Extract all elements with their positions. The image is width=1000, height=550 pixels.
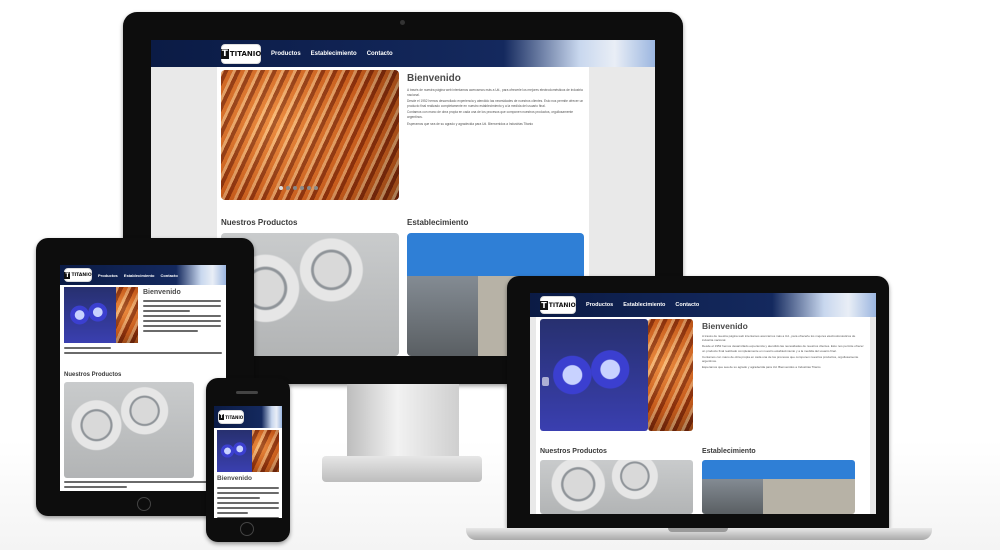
phone-hero-image-2[interactable] bbox=[252, 430, 279, 472]
tablet-welcome-text-2 bbox=[64, 347, 222, 357]
laptop-notch bbox=[668, 528, 728, 532]
monitor-camera bbox=[400, 20, 405, 25]
tablet-hero-image-2[interactable] bbox=[116, 287, 138, 343]
laptop-navbar: T TITANIO Productos Establecimiento Conta… bbox=[530, 293, 876, 317]
tablet-nav-contacto[interactable]: Contacto bbox=[160, 273, 177, 278]
laptop-products-image[interactable] bbox=[540, 460, 693, 514]
laptop-slider-prev[interactable] bbox=[542, 377, 549, 386]
phone-home-button[interactable] bbox=[240, 522, 254, 536]
tablet-hero-image[interactable] bbox=[64, 287, 116, 343]
tablet-nav-establecimiento[interactable]: Establecimiento bbox=[124, 273, 155, 278]
tablet-home-button[interactable] bbox=[137, 497, 151, 511]
laptop-hero-image[interactable] bbox=[540, 319, 648, 431]
tablet-screen: T TITANIO Productos Establecimiento Conta… bbox=[60, 265, 226, 491]
nav-contacto[interactable]: Contacto bbox=[367, 51, 393, 57]
tablet-caption bbox=[64, 481, 222, 491]
tablet-products-image[interactable] bbox=[64, 382, 194, 478]
titanio-logo[interactable]: T TITANIO bbox=[220, 43, 261, 64]
phone-welcome-text bbox=[217, 487, 279, 518]
laptop-nav-establecimiento[interactable]: Establecimiento bbox=[623, 302, 665, 308]
establishment-heading: Establecimiento bbox=[407, 218, 469, 227]
laptop-welcome-text: A través de nuestra página web intentamo… bbox=[702, 334, 864, 370]
welcome-title: Bienvenido bbox=[407, 73, 461, 84]
phone-navbar: T TITANIO bbox=[214, 406, 282, 428]
laptop-nav-contacto[interactable]: Contacto bbox=[675, 302, 699, 308]
laptop-nav-productos[interactable]: Productos bbox=[586, 302, 613, 308]
responsive-mockup-stage: T TITANIO Productos Establecimiento Conta… bbox=[0, 0, 1000, 550]
hero-slider-image[interactable] bbox=[221, 70, 399, 200]
products-heading: Nuestros Productos bbox=[221, 218, 298, 227]
phone-logo[interactable]: T TITANIO bbox=[218, 410, 244, 424]
laptop-welcome-title: Bienvenido bbox=[702, 321, 748, 331]
tablet-welcome-text bbox=[143, 300, 221, 335]
laptop-hero-image-2[interactable] bbox=[648, 319, 693, 431]
phone-welcome-title: Bienvenido bbox=[217, 475, 253, 482]
laptop-logo[interactable]: T TITANIO bbox=[540, 296, 576, 314]
monitor-stand-neck bbox=[347, 384, 459, 456]
phone-speaker bbox=[236, 391, 258, 394]
phone-hero-image[interactable] bbox=[217, 430, 252, 472]
tablet-products-heading: Nuestros Productos bbox=[64, 372, 122, 378]
laptop-establishment-image[interactable] bbox=[702, 460, 855, 514]
nav-establecimiento[interactable]: Establecimiento bbox=[311, 51, 357, 57]
phone-screen: T TITANIO Bienvenido bbox=[214, 406, 282, 518]
desktop-navbar: T TITANIO Productos Establecimiento Conta… bbox=[151, 40, 655, 67]
welcome-text: A través de nuestra página web intentamo… bbox=[407, 88, 584, 126]
slider-dots[interactable] bbox=[279, 186, 339, 190]
tablet-logo[interactable]: T TITANIO bbox=[64, 268, 92, 282]
monitor-stand-base bbox=[322, 456, 482, 482]
tablet-nav-productos[interactable]: Productos bbox=[98, 273, 118, 278]
nav-productos[interactable]: Productos bbox=[271, 51, 301, 57]
tablet-navbar: T TITANIO Productos Establecimiento Conta… bbox=[60, 265, 226, 285]
laptop-establishment-heading: Establecimiento bbox=[702, 448, 756, 455]
laptop-screen: T TITANIO Productos Establecimiento Conta… bbox=[530, 293, 876, 514]
tablet-welcome-title: Bienvenido bbox=[143, 289, 181, 296]
laptop-products-heading: Nuestros Productos bbox=[540, 448, 607, 455]
